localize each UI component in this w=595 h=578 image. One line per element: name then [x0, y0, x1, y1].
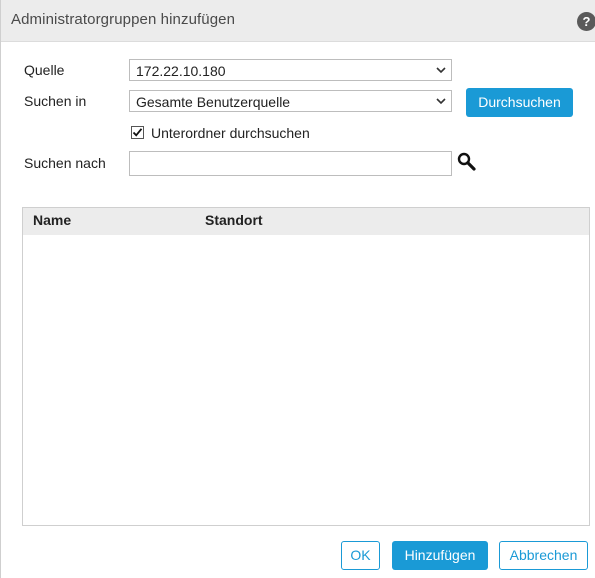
dialog-title: Administratorgruppen hinzufügen	[11, 11, 236, 28]
magnifier-icon[interactable]	[457, 152, 477, 172]
checkmark-icon	[132, 128, 143, 137]
search-in-select-value: Gesamte Benutzerquelle	[136, 94, 291, 110]
browse-button[interactable]: Durchsuchen	[466, 88, 573, 117]
chevron-down-icon	[436, 98, 446, 105]
subfolders-checkbox[interactable]	[131, 126, 144, 139]
column-header-name[interactable]: Name	[33, 212, 71, 228]
source-label: Quelle	[24, 62, 65, 78]
subfolders-label: Unterordner durchsuchen	[151, 125, 310, 141]
dialog-titlebar: Administratorgruppen hinzufügen ?	[1, 0, 595, 42]
table-body	[23, 235, 589, 525]
source-select[interactable]: 172.22.10.180	[129, 59, 452, 81]
ok-button[interactable]: OK	[341, 541, 380, 570]
search-for-label: Suchen nach	[24, 155, 106, 171]
table-header: Name Standort	[23, 208, 589, 235]
source-select-value: 172.22.10.180	[136, 63, 226, 79]
cancel-button[interactable]: Abbrechen	[499, 541, 588, 570]
column-header-location[interactable]: Standort	[205, 212, 263, 228]
add-admin-groups-dialog: Administratorgruppen hinzufügen ? Quelle…	[0, 0, 595, 578]
results-table: Name Standort	[22, 207, 590, 526]
add-button[interactable]: Hinzufügen	[392, 541, 488, 570]
search-for-input[interactable]	[129, 151, 452, 176]
help-icon[interactable]: ?	[577, 12, 595, 31]
chevron-down-icon	[436, 67, 446, 74]
search-in-label: Suchen in	[24, 93, 87, 109]
search-in-select[interactable]: Gesamte Benutzerquelle	[129, 90, 452, 112]
